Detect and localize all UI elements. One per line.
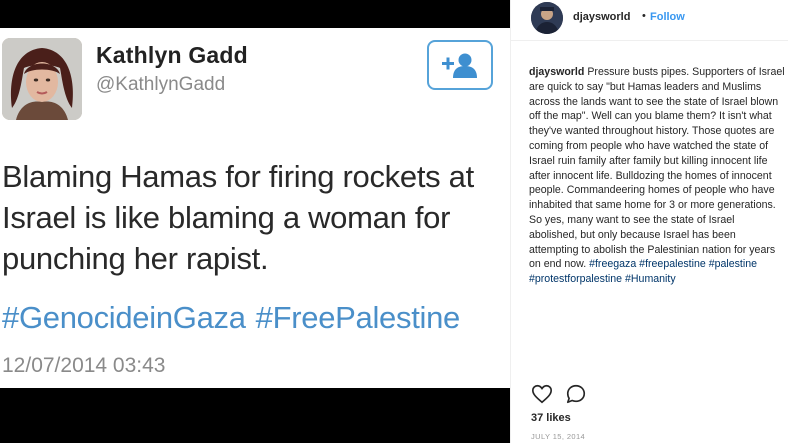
tweet-avatar [2,38,82,120]
tweet-hashtag: #GenocideinGaza [2,300,246,335]
header-separator: • [642,10,646,22]
tweet-hashtags: #GenocideinGaza #FreePalestine [2,297,460,338]
post-header: djaysworld • Follow [511,0,788,41]
tweet-screenshot: Kathlyn Gadd @KathlynGadd Blaming Hamas … [0,28,510,388]
caption-hashtag[interactable]: #freegaza [589,258,636,270]
follow-button[interactable]: Follow [650,11,685,23]
post-caption: djaysworld Pressure busts pipes. Supporte… [529,65,785,287]
like-count[interactable]: 37 likes [531,412,571,424]
heart-icon[interactable] [531,383,553,405]
post-username[interactable]: djaysworld [573,11,630,23]
post-image[interactable]: Kathlyn Gadd @KathlynGadd Blaming Hamas … [0,0,510,443]
post-date: JULY 15, 2014 [531,432,586,441]
add-user-icon [442,53,477,78]
post-actions [531,383,591,405]
caption-hashtag[interactable]: #freepalestine [639,258,706,270]
tweet-author-name: Kathlyn Gadd [96,42,248,68]
tweet-timestamp: 12/07/2014 03:43 [2,354,166,377]
avatar[interactable] [531,2,563,34]
caption-username[interactable]: djaysworld [529,66,584,78]
caption-hashtag[interactable]: #Humanity [625,273,676,285]
comment-icon[interactable] [565,383,587,405]
caption-hashtag[interactable]: #palestine [709,258,757,270]
caption-hashtag[interactable]: #protestforpalestine [529,273,622,285]
tweet-author-handle: @KathlynGadd [96,74,226,95]
tweet-hashtag: #FreePalestine [255,300,461,335]
tweet-follow-button[interactable] [427,40,493,90]
tweet-text: Blaming Hamas for firing rockets at Isra… [2,159,474,276]
caption-text: Pressure busts pipes. Supporters of Isra… [529,66,785,271]
post-sidebar: djaysworld • Follow djaysworld Pressure b… [510,0,788,443]
